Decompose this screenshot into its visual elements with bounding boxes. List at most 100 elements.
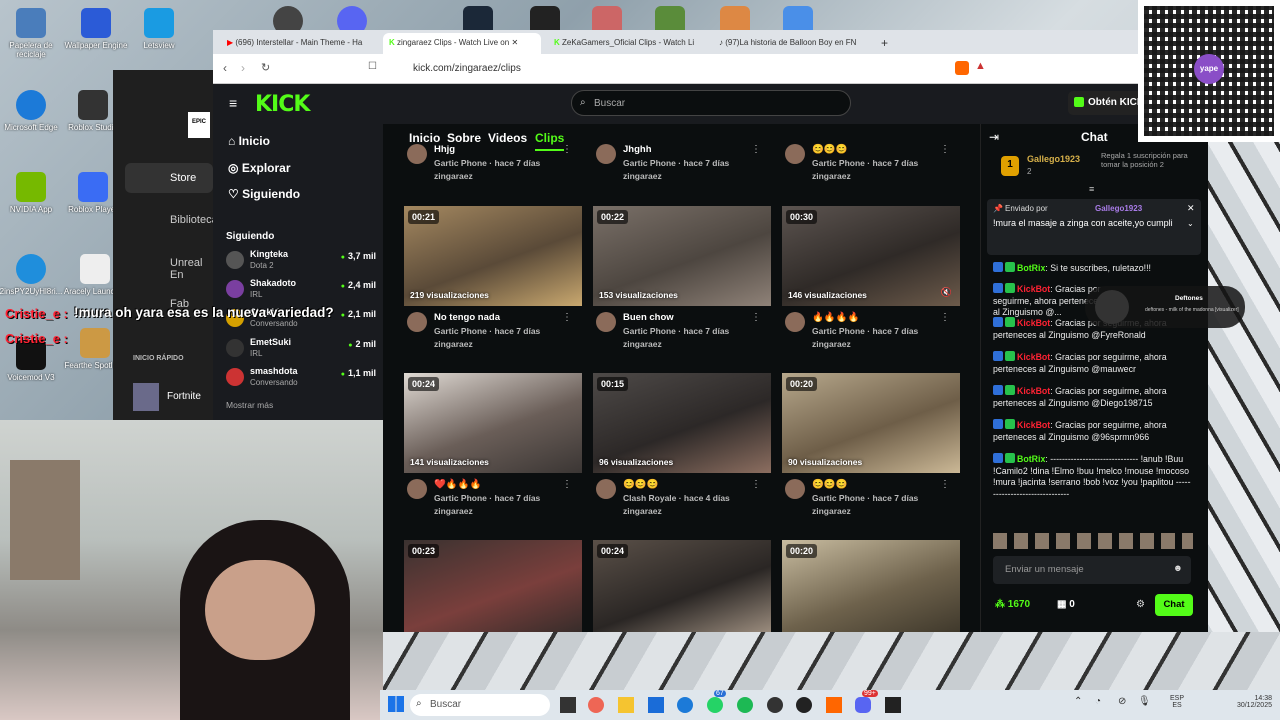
mic-icon[interactable]: 🎙 <box>1138 696 1151 707</box>
tab-zeka-clips[interactable]: K ZeKaGamers_Oficial Clips - Watch Li <box>548 33 703 54</box>
task-view-icon[interactable] <box>560 697 576 713</box>
clip-card[interactable]: 00:22 153 visualizaciones Buen chow Gartic … <box>593 206 771 362</box>
xbox-icon[interactable] <box>796 697 812 713</box>
clip-card[interactable]: 00:24 141 visualizaciones ❤️🔥🔥🔥 Gartic Phon… <box>404 373 582 529</box>
desktop-icon-letsview[interactable]: Letsview <box>124 8 194 50</box>
store-icon[interactable] <box>648 697 664 713</box>
clip-thumbnail[interactable]: 00:20 90 visualizaciones <box>782 373 960 473</box>
wifi-off-icon[interactable]: ⊘ <box>1118 696 1126 707</box>
spotify-icon[interactable] <box>737 697 753 713</box>
show-more-link[interactable]: Mostrar más <box>226 400 273 410</box>
desktop-icon-voicemod[interactable]: Voicemod V3 <box>0 340 66 382</box>
desktop-icon-wallpaper-engine[interactable]: Wallpaper Engine <box>61 8 131 50</box>
channel-shakadoto[interactable]: ShakadotoIRL2,4 mil <box>226 278 376 306</box>
desktop-icon-file[interactable]: 2insPY2UyHl8ri... <box>0 254 66 296</box>
menu-icon[interactable]: ≡ <box>229 95 237 111</box>
more-icon[interactable]: ⋮ <box>562 312 572 323</box>
gifts-display[interactable]: ▦ 0 <box>1057 599 1075 610</box>
emoji-icon[interactable]: ☻ <box>1173 563 1183 574</box>
explorer-icon[interactable] <box>618 697 634 713</box>
clip-thumbnail[interactable]: 00:20 <box>782 540 960 632</box>
nav-siguiendo[interactable]: ♡ Siguiendo <box>228 187 300 201</box>
channel-tab-videos[interactable]: Videos <box>488 131 527 145</box>
tab-kick-clips[interactable]: K zingaraez Clips - Watch Live on ✕ <box>383 33 541 54</box>
warning-icon[interactable]: ▲ <box>975 60 986 72</box>
unpin-icon[interactable]: ✕ <box>1187 203 1195 214</box>
more-icon[interactable]: ⋮ <box>940 312 950 323</box>
chevron-up-icon[interactable]: ⌃ <box>1074 696 1082 707</box>
more-icon[interactable]: ⋮ <box>562 144 572 155</box>
clock[interactable]: 14:38 30/12/2025 <box>1220 695 1272 709</box>
reload-icon[interactable]: ↻ <box>261 61 270 74</box>
channel-tab-inicio[interactable]: Inicio <box>409 131 440 145</box>
language-indicator[interactable]: ESP ES <box>1170 695 1184 709</box>
start-icon[interactable] <box>388 696 404 712</box>
tab-tiktok[interactable]: ♪ (97)La historia de Balloon Boy en FN <box>713 33 868 54</box>
epic-store-item[interactable]: Store <box>125 163 213 193</box>
clip-card[interactable]: 00:15 96 visualizaciones 😊😊😊 Clash Royale ·… <box>593 373 771 529</box>
search-input[interactable]: ⌕ Buscar <box>571 90 851 116</box>
clip-card[interactable]: 00:21 219 visualizaciones No tengo nada Gar… <box>404 206 582 362</box>
channel-emetsuki[interactable]: EmetSukiIRL2 mil <box>226 337 376 365</box>
chevron-down-icon[interactable]: ⌄ <box>1187 219 1194 228</box>
desktop-icon-edge[interactable]: Microsoft Edge <box>0 90 66 132</box>
clip-card[interactable]: 00:20 <box>782 540 960 632</box>
kick-logo[interactable]: KICK <box>255 92 310 117</box>
brave-shield-icon[interactable] <box>955 61 969 75</box>
pinned-message[interactable]: 📌 Enviado por Gallego1923 !mura el masaj… <box>987 199 1201 255</box>
top-gifter-name[interactable]: Gallego1923 <box>1027 154 1080 164</box>
clip-card[interactable]: Jhghh Gartic Phone · hace 7 días zingaraez… <box>593 144 771 194</box>
copilot-icon[interactable] <box>588 697 604 713</box>
channel-smashdota[interactable]: smashdotaConversando1,1 mil <box>226 366 376 394</box>
network-icon[interactable]: ◔ <box>1095 696 1101 707</box>
emote-bar[interactable] <box>993 533 1193 549</box>
clip-card[interactable]: Hhjg Gartic Phone · hace 7 días zingaraez ⋮ <box>404 144 582 194</box>
nav-explorar[interactable]: ◎ Explorar <box>228 161 291 175</box>
epic-icon[interactable] <box>885 697 901 713</box>
mute-icon[interactable]: 🔇 <box>941 287 952 298</box>
epic-unreal-label[interactable]: Unreal En <box>170 257 213 281</box>
clip-card[interactable]: 00:23 <box>404 540 582 632</box>
more-icon[interactable]: ⋮ <box>940 479 950 490</box>
clip-thumbnail[interactable]: 00:24 <box>593 540 771 632</box>
epic-fortnite-label[interactable]: Fortnite <box>167 391 201 402</box>
clip-thumbnail[interactable]: 00:23 <box>404 540 582 632</box>
more-icon[interactable]: ⋮ <box>940 144 950 155</box>
forward-icon[interactable]: › <box>241 61 245 75</box>
epic-library-label[interactable]: Biblioteca <box>170 214 218 226</box>
fortnite-icon[interactable] <box>133 383 159 411</box>
discord-icon[interactable] <box>855 697 871 713</box>
clip-thumbnail[interactable]: 00:22 153 visualizaciones <box>593 206 771 306</box>
get-kicks-button[interactable]: Obtén KICK <box>1068 91 1148 115</box>
obs-icon[interactable] <box>767 697 783 713</box>
taskbar-search[interactable]: ⌕ Buscar <box>410 694 550 716</box>
clip-card[interactable]: 00:20 90 visualizaciones 😊😊😊 Gartic Phone ·… <box>782 373 960 529</box>
new-tab-button[interactable]: + <box>875 33 895 54</box>
channel-tab-sobre[interactable]: Sobre <box>447 131 481 145</box>
back-icon[interactable]: ‹ <box>223 61 227 75</box>
settings-icon[interactable]: ⚙ <box>1136 599 1145 610</box>
clip-card[interactable]: 😊😊😊 Gartic Phone · hace 7 días zingaraez ⋮ <box>782 144 960 194</box>
points-display[interactable]: ⁂ 1670 <box>995 599 1030 610</box>
bookmark-icon[interactable]: ☐ <box>368 61 377 72</box>
brave-icon[interactable] <box>826 697 842 713</box>
more-icon[interactable]: ⋮ <box>751 479 761 490</box>
clip-thumbnail[interactable]: 00:15 96 visualizaciones <box>593 373 771 473</box>
clip-card[interactable]: 00:24 <box>593 540 771 632</box>
clip-thumbnail[interactable]: 00:30 146 visualizaciones 🔇 <box>782 206 960 306</box>
filter-icon[interactable]: ≡ <box>1089 184 1094 194</box>
chat-input[interactable]: Enviar un mensaje ☻ <box>993 556 1191 584</box>
url-field[interactable]: kick.com/zingaraez/clips <box>413 63 521 74</box>
clip-card[interactable]: 00:30 146 visualizaciones 🔇 🔥🔥🔥🔥 Gartic Phon… <box>782 206 960 362</box>
desktop-icon-nvidia[interactable]: NVIDIA App <box>0 172 66 214</box>
whatsapp-icon[interactable] <box>707 697 723 713</box>
more-icon[interactable]: ⋮ <box>751 144 761 155</box>
clip-thumbnail[interactable]: 00:21 219 visualizaciones <box>404 206 582 306</box>
gift-prompt[interactable]: Regala 1 suscripción para tomar la posic… <box>1101 151 1193 169</box>
clip-thumbnail[interactable]: 00:24 141 visualizaciones <box>404 373 582 473</box>
chat-send-button[interactable]: Chat <box>1155 594 1193 616</box>
more-icon[interactable]: ⋮ <box>751 312 761 323</box>
collapse-chat-icon[interactable]: ⇥ <box>989 130 999 144</box>
nav-inicio[interactable]: ⌂ Inicio <box>228 134 270 148</box>
desktop-icon-recycle-bin[interactable]: Papelera de reciclaje <box>0 8 66 59</box>
